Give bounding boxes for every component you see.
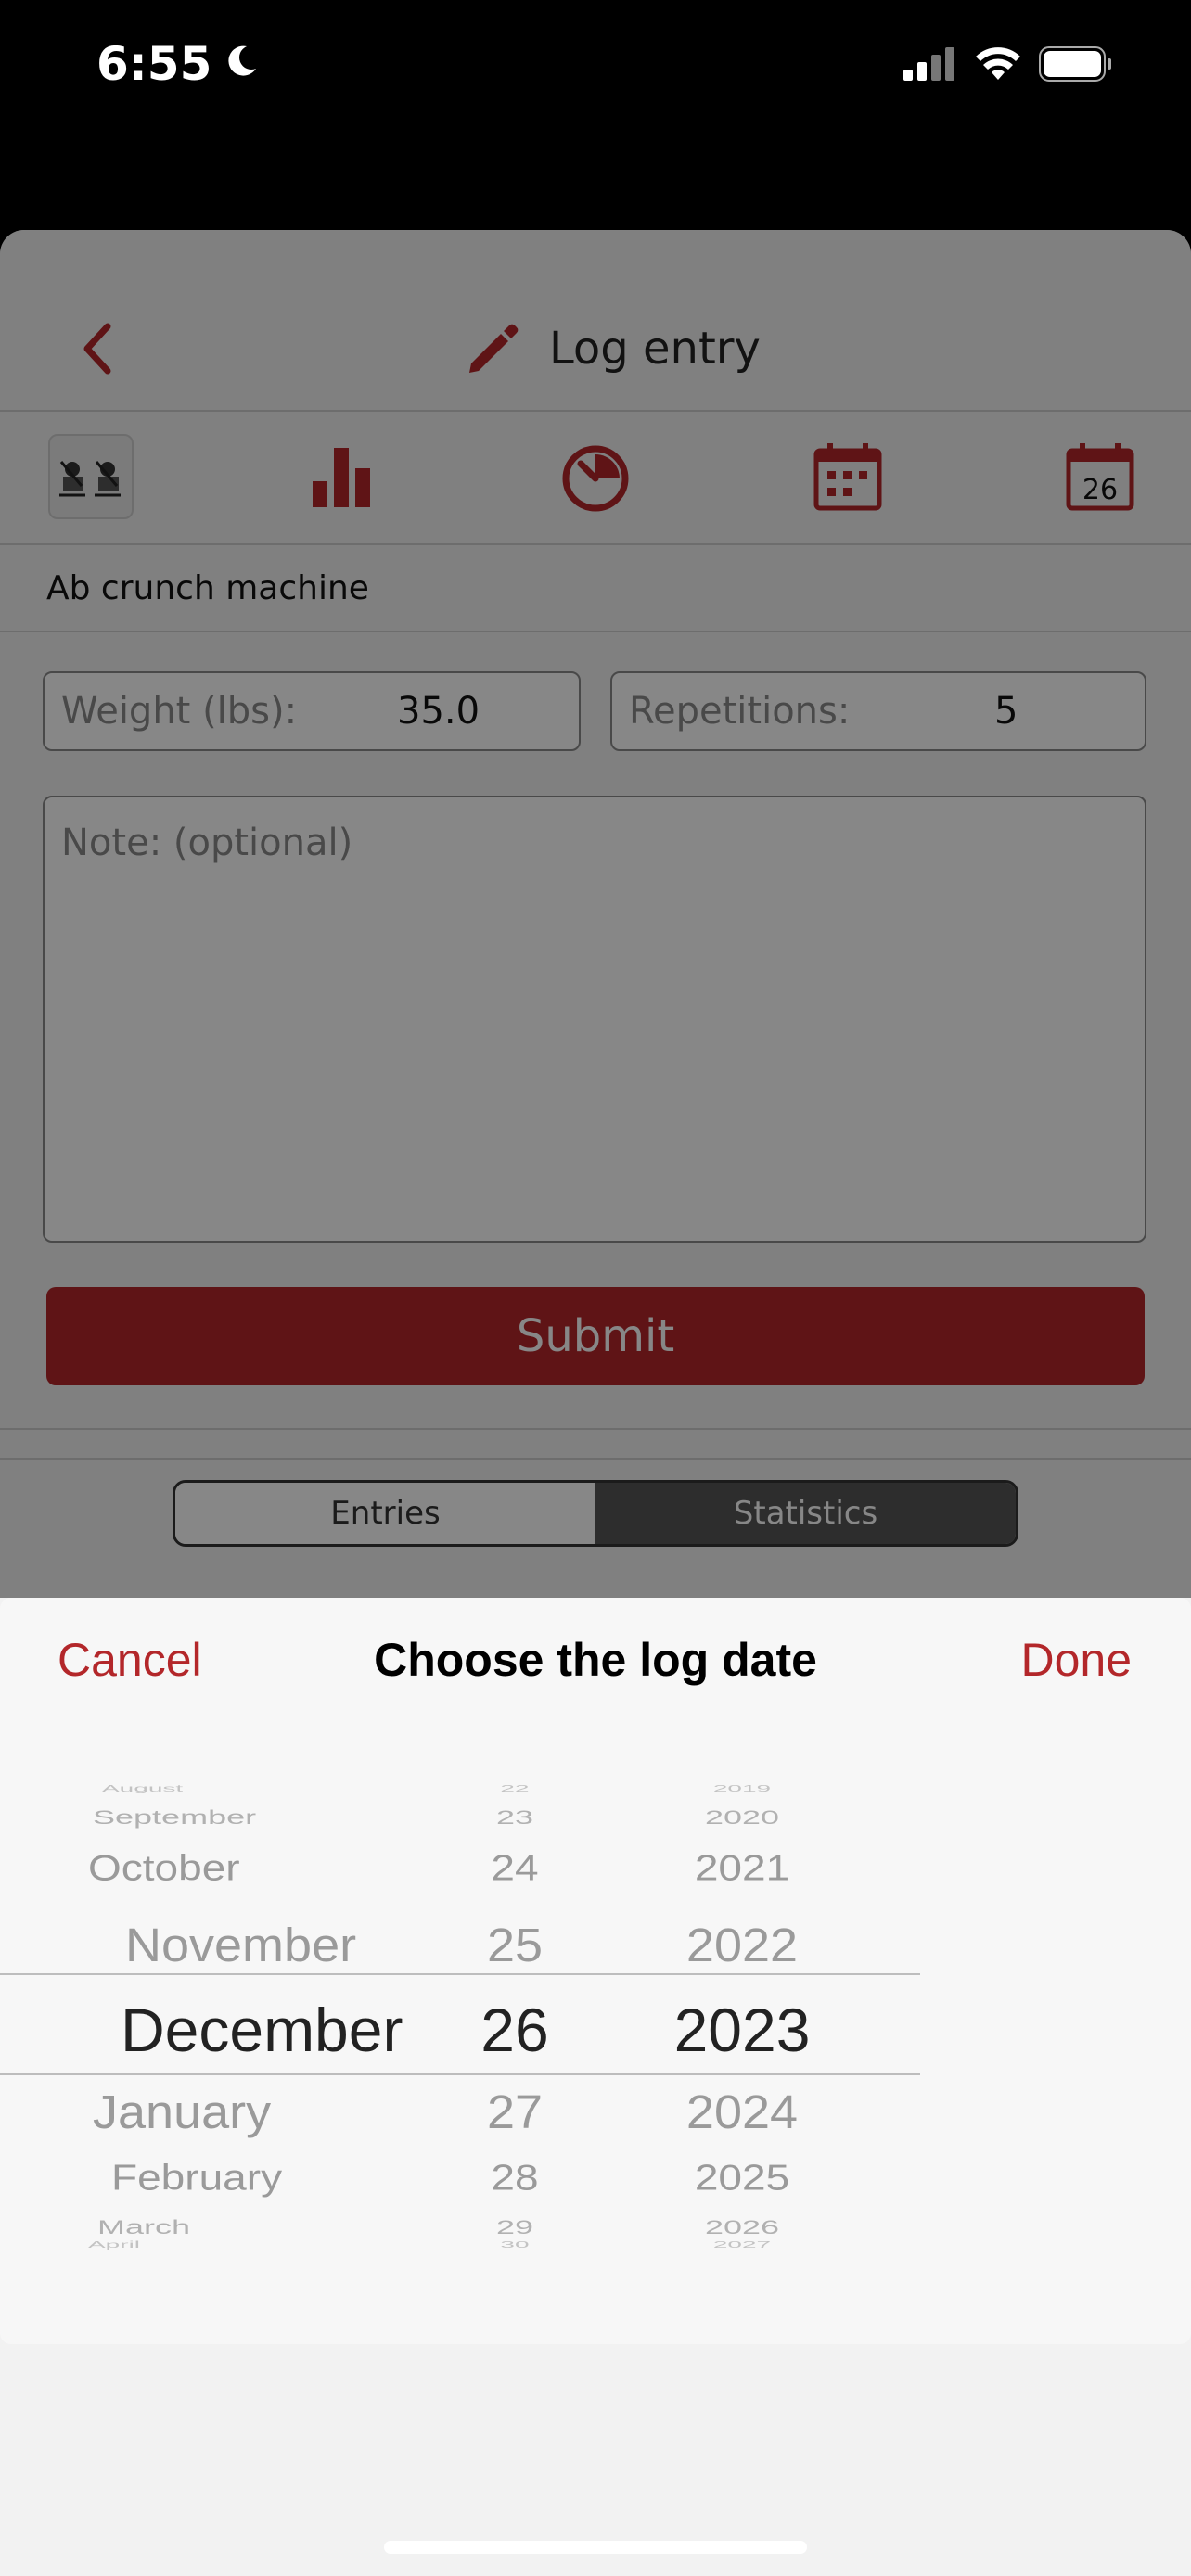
day-wheel[interactable]: 22 23 24 25 26 27 28 29 30 bbox=[436, 1765, 594, 2284]
moon-icon bbox=[223, 37, 260, 91]
year-option[interactable]: 2022 bbox=[631, 1919, 853, 1973]
month-option[interactable]: April bbox=[19, 2239, 445, 2250]
status-icons bbox=[903, 46, 1113, 82]
clock-text: 6:55 bbox=[96, 37, 212, 91]
year-option[interactable]: 2024 bbox=[631, 2085, 853, 2140]
year-option[interactable]: 2020 bbox=[631, 1805, 853, 1829]
day-option[interactable]: 24 bbox=[436, 1846, 594, 1889]
battery-icon bbox=[1039, 46, 1111, 82]
wifi-icon bbox=[976, 47, 1020, 80]
day-option[interactable]: 25 bbox=[436, 1919, 594, 1973]
month-option[interactable]: October bbox=[19, 1846, 445, 1889]
month-option[interactable]: November bbox=[19, 1919, 445, 1973]
day-option[interactable]: 26 bbox=[436, 1995, 594, 2065]
month-option[interactable]: January bbox=[19, 2085, 445, 2140]
year-option[interactable]: 2025 bbox=[631, 2156, 853, 2199]
month-option[interactable]: March bbox=[19, 2215, 445, 2238]
day-option[interactable]: 27 bbox=[436, 2085, 594, 2140]
date-wheel: August September October November December Ja… bbox=[0, 1765, 920, 2284]
day-option[interactable]: 28 bbox=[436, 2156, 594, 2199]
year-option[interactable]: 2023 bbox=[631, 1995, 853, 2065]
cancel-button[interactable]: Cancel bbox=[58, 1633, 202, 1687]
date-picker: Choose the log date Cancel Done August Se… bbox=[0, 1598, 1191, 2344]
day-option[interactable]: 23 bbox=[436, 1805, 594, 1829]
year-option[interactable]: 2021 bbox=[631, 1846, 853, 1889]
home-indicator bbox=[384, 2541, 807, 2554]
month-option[interactable]: December bbox=[19, 1995, 445, 2065]
day-option[interactable]: 22 bbox=[436, 1783, 594, 1793]
month-wheel[interactable]: August September October November December Ja… bbox=[19, 1765, 445, 2284]
picker-header: Choose the log date Cancel Done bbox=[0, 1598, 1191, 1728]
month-option[interactable]: February bbox=[19, 2156, 445, 2199]
status-bar: 6:55 bbox=[0, 0, 1191, 139]
modal-dim-overlay[interactable] bbox=[0, 230, 1191, 1598]
year-option[interactable]: 2026 bbox=[631, 2215, 853, 2238]
signal-icon bbox=[903, 47, 954, 81]
month-option[interactable]: September bbox=[19, 1805, 445, 1829]
year-option[interactable]: 2019 bbox=[631, 1783, 853, 1793]
year-wheel[interactable]: 2019 2020 2021 2022 2023 2024 2025 2026 2027 bbox=[631, 1765, 853, 2284]
status-time: 6:55 bbox=[96, 37, 260, 91]
year-option[interactable]: 2027 bbox=[631, 2239, 853, 2250]
day-option[interactable]: 29 bbox=[436, 2215, 594, 2238]
month-option[interactable]: August bbox=[19, 1783, 445, 1793]
done-button[interactable]: Done bbox=[1020, 1633, 1132, 1687]
day-option[interactable]: 30 bbox=[436, 2239, 594, 2250]
